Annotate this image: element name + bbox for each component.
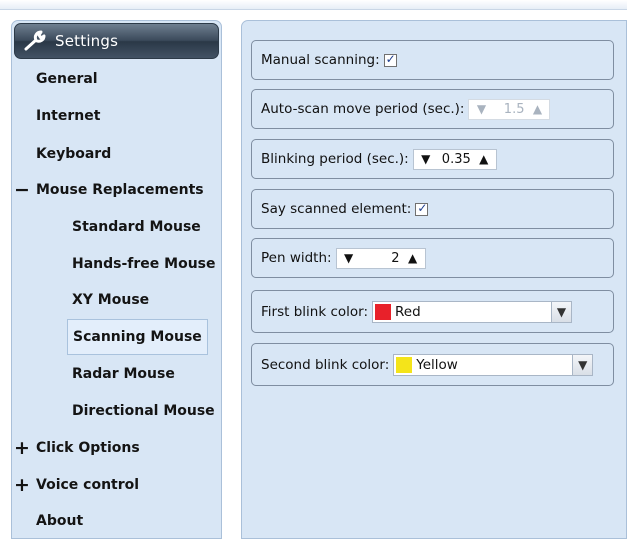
blinking-period-group: Blinking period (sec.): ▼ 0.35 ▲ <box>251 139 614 179</box>
say-scanned-element-checkbox[interactable]: ✓ <box>415 200 429 216</box>
sidebar-item-label: Click Options <box>36 440 140 456</box>
manual-scanning-group: Manual scanning: ✓ <box>251 40 614 80</box>
say-scanned-element-label: Say scanned element: <box>261 201 412 217</box>
sidebar-item-label: Standard Mouse <box>72 219 201 235</box>
first-blink-color-select[interactable]: Red ▼ <box>372 300 572 323</box>
scanning-mouse-settings-panel: Manual scanning: ✓ Auto-scan move period… <box>241 20 627 539</box>
pen-width-group: Pen width: ▼ 2 ▲ <box>251 238 614 278</box>
sidebar-item-internet[interactable]: Internet <box>36 99 100 133</box>
sidebar-item-label: XY Mouse <box>72 292 150 308</box>
sidebar-item-label: Scanning Mouse <box>73 329 202 345</box>
dropdown-arrow-icon[interactable]: ▼ <box>551 301 571 322</box>
checkmark-icon: ✓ <box>417 200 428 215</box>
sidebar-item-label: Radar Mouse <box>72 366 175 382</box>
autoscan-period-label: Auto-scan move period (sec.): <box>261 101 465 117</box>
settings-sidebar: Settings General Internet Keyboard − Mou… <box>11 20 222 539</box>
decrement-arrow-icon[interactable]: ▼ <box>474 102 488 116</box>
manual-scanning-checkbox[interactable]: ✓ <box>383 51 397 67</box>
expand-plus-icon[interactable]: + <box>12 438 32 458</box>
sidebar-item-keyboard[interactable]: Keyboard <box>36 137 111 171</box>
pen-width-spinner[interactable]: ▼ 2 ▲ <box>335 247 426 269</box>
first-blink-color-label: First blink color: <box>261 303 368 320</box>
sidebar-item-mouse-replacements[interactable]: − Mouse Replacements <box>12 173 204 207</box>
second-blink-color-group: Second blink color: Yellow ▼ <box>251 343 614 386</box>
sidebar-item-voice-control[interactable]: + Voice control <box>12 468 139 502</box>
blinking-period-spinner[interactable]: ▼ 0.35 ▲ <box>412 148 497 170</box>
sidebar-item-label: Directional Mouse <box>72 403 215 419</box>
sidebar-item-label: Internet <box>36 108 101 124</box>
expand-plus-icon[interactable]: + <box>12 475 32 495</box>
sidebar-item-label: Mouse Replacements <box>36 182 204 198</box>
first-blink-color-value: Red <box>395 303 421 320</box>
red-color-swatch <box>375 303 391 320</box>
sidebar-item-about[interactable]: About <box>36 504 83 538</box>
second-blink-color-value: Yellow <box>416 356 458 373</box>
pen-width-value: 2 <box>391 250 400 266</box>
collapse-minus-icon[interactable]: − <box>12 180 32 200</box>
sidebar-item-general[interactable]: General <box>36 62 98 96</box>
checkmark-icon: ✓ <box>385 51 396 66</box>
yellow-color-swatch <box>396 356 413 373</box>
sidebar-title: Settings <box>55 32 119 50</box>
wrench-icon <box>24 30 46 51</box>
blinking-period-label: Blinking period (sec.): <box>261 151 409 167</box>
sidebar-item-directional-mouse[interactable]: Directional Mouse <box>72 394 215 428</box>
increment-arrow-icon[interactable]: ▲ <box>530 102 544 116</box>
sidebar-item-label: Hands-free Mouse <box>72 256 216 272</box>
sidebar-item-label: Voice control <box>36 477 140 493</box>
increment-arrow-icon[interactable]: ▲ <box>477 152 491 166</box>
first-blink-color-group: First blink color: Red ▼ <box>251 290 614 333</box>
sidebar-item-label: General <box>36 71 98 87</box>
decrement-arrow-icon[interactable]: ▼ <box>419 152 433 166</box>
second-blink-color-label: Second blink color: <box>261 356 390 373</box>
sidebar-item-click-options[interactable]: + Click Options <box>12 431 140 465</box>
pen-width-label: Pen width: <box>261 250 332 266</box>
sidebar-header: Settings <box>14 23 219 59</box>
blinking-period-value: 0.35 <box>441 151 471 167</box>
sidebar-item-label: Keyboard <box>36 146 112 162</box>
sidebar-item-scanning-mouse[interactable]: Scanning Mouse <box>67 319 208 355</box>
sidebar-item-xy-mouse[interactable]: XY Mouse <box>72 283 149 317</box>
sidebar-item-label: About <box>36 513 84 529</box>
dropdown-arrow-icon[interactable]: ▼ <box>572 354 593 375</box>
autoscan-period-spinner[interactable]: ▼ 1.5 ▲ <box>468 98 551 120</box>
manual-scanning-label: Manual scanning: <box>261 52 380 68</box>
increment-arrow-icon[interactable]: ▲ <box>406 251 420 265</box>
say-scanned-element-group: Say scanned element: ✓ <box>251 189 614 229</box>
sidebar-item-radar-mouse[interactable]: Radar Mouse <box>72 357 175 391</box>
second-blink-color-select[interactable]: Yellow ▼ <box>393 353 594 376</box>
autoscan-period-group: Auto-scan move period (sec.): ▼ 1.5 ▲ <box>251 89 614 129</box>
autoscan-period-value: 1.5 <box>503 101 525 117</box>
decrement-arrow-icon[interactable]: ▼ <box>342 251 356 265</box>
window-top-strip <box>0 0 627 10</box>
sidebar-item-standard-mouse[interactable]: Standard Mouse <box>72 210 201 244</box>
sidebar-item-hands-free-mouse[interactable]: Hands-free Mouse <box>72 247 216 281</box>
